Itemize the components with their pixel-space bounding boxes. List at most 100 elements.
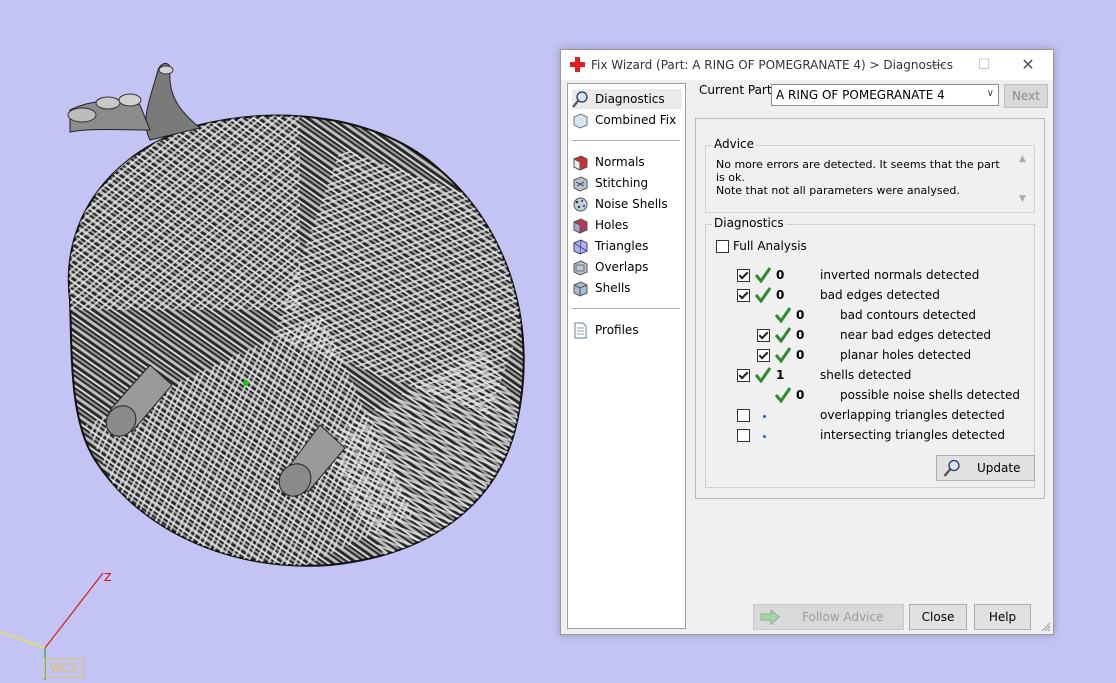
nav-label: Holes [595, 218, 629, 232]
holes-icon [573, 217, 588, 234]
inverted-normals-count: 0 [776, 268, 785, 282]
update-label: Update [977, 461, 1021, 475]
bad-edges-checkbox[interactable] [737, 289, 750, 302]
arrow-right-icon [760, 609, 780, 625]
inverted-normals-label: inverted normals detected [820, 268, 980, 282]
nav-label: Shells [595, 281, 631, 295]
nav-label: Stitching [595, 176, 649, 190]
z-axis-label: Z [104, 571, 112, 584]
planar-holes-count: 0 [796, 348, 805, 362]
check-icon [775, 387, 791, 403]
nav-item-normals[interactable]: Normals [572, 152, 682, 172]
cube-icon [573, 112, 588, 129]
update-button[interactable]: Update [936, 455, 1035, 481]
inverted-normals-checkbox[interactable] [737, 269, 750, 282]
shells-icon [573, 280, 588, 297]
overlapping-triangles-checkbox[interactable] [737, 409, 750, 422]
chevron-down-icon: ∨ [986, 88, 994, 99]
scroll-down-icon[interactable]: ▼ [1019, 194, 1026, 204]
pending-dot-icon [763, 435, 766, 438]
nav-item-holes[interactable]: Holes [572, 215, 682, 235]
nav-item-noise-shells[interactable]: Noise Shells [572, 194, 682, 214]
check-icon [775, 347, 791, 363]
near-bad-edges-checkbox[interactable] [757, 329, 770, 342]
noise-shells-count: 0 [796, 388, 805, 402]
nav-label: Normals [595, 155, 645, 169]
advice-text: No more errors are detected. It seems th… [716, 158, 1008, 197]
current-part-label: Current Part: [699, 83, 776, 97]
check-icon [755, 367, 771, 383]
intersecting-triangles-checkbox[interactable] [737, 429, 750, 442]
diagnostics-group: Diagnostics Full Analysis 0 inverted nor… [705, 216, 1035, 488]
follow-advice-label: Follow Advice [802, 610, 884, 624]
window-title: Fix Wizard (Part: A RING OF POMEGRANATE … [591, 58, 953, 72]
follow-advice-button[interactable]: Follow Advice [753, 604, 904, 630]
nav-label: Overlaps [595, 260, 649, 274]
current-part-value: A RING OF POMEGRANATE 4 [776, 88, 945, 102]
triangles-icon [573, 238, 588, 255]
next-button[interactable]: Next [1004, 84, 1048, 108]
nav-item-profiles[interactable]: Profiles [572, 320, 682, 340]
check-icon [755, 287, 771, 303]
advice-title: Advice [712, 137, 757, 151]
title-bar[interactable]: Fix Wizard (Part: A RING OF POMEGRANATE … [561, 50, 1053, 80]
bad-contours-label: bad contours detected [840, 308, 976, 322]
nav-divider [572, 140, 680, 141]
nav-divider [572, 308, 680, 309]
document-icon [574, 322, 587, 338]
nav-item-diagnostics[interactable]: Diagnostics [572, 89, 682, 109]
overlaps-icon [573, 259, 588, 276]
nav-item-overlaps[interactable]: Overlaps [572, 257, 682, 277]
nav-label: Noise Shells [595, 197, 668, 211]
nav-label: Diagnostics [595, 92, 665, 106]
check-icon [775, 307, 791, 323]
magnifier-icon [572, 90, 588, 108]
check-icon [775, 327, 791, 343]
near-bad-edges-label: near bad edges detected [840, 328, 991, 342]
bad-edges-label: bad edges detected [820, 288, 940, 302]
full-analysis-label: Full Analysis [733, 239, 807, 253]
nav-item-triangles[interactable]: Triangles [572, 236, 682, 256]
advice-group: Advice No more errors are detected. It s… [705, 137, 1035, 213]
planar-holes-label: planar holes detected [840, 348, 972, 362]
close-button[interactable]: Close [909, 604, 967, 630]
nav-item-stitching[interactable]: Stitching [572, 173, 682, 193]
noise-shells-label: possible noise shells detected [840, 388, 1021, 402]
fix-wizard-dialog: Fix Wizard (Part: A RING OF POMEGRANATE … [560, 49, 1054, 635]
full-analysis-checkbox[interactable] [716, 240, 729, 253]
shells-count: 1 [776, 368, 785, 382]
near-bad-edges-count: 0 [796, 328, 805, 342]
overlapping-triangles-label: overlapping triangles detected [820, 408, 1005, 422]
shells-label: shells detected [820, 368, 912, 382]
diagnostics-title: Diagnostics [712, 216, 786, 230]
intersecting-triangles-label: intersecting triangles detected [820, 428, 1005, 442]
noise-shells-icon [573, 197, 588, 211]
red-cross-icon [570, 57, 585, 72]
resize-grip-icon[interactable] [1041, 622, 1051, 632]
scroll-up-icon[interactable]: ▲ [1019, 154, 1026, 164]
diagnostics-panel: Advice No more errors are detected. It s… [695, 118, 1045, 499]
planar-holes-checkbox[interactable] [757, 349, 770, 362]
magnifier-icon [943, 459, 960, 477]
current-part-select[interactable]: A RING OF POMEGRANATE 4 ∨ [771, 84, 999, 106]
advice-line: Note that not all parameters were analys… [716, 184, 960, 197]
advice-line: No more errors are detected. It seems th… [716, 158, 1000, 184]
wizard-nav: Diagnostics Combined Fix Normals Stitchi… [567, 83, 686, 629]
nav-item-combined-fix[interactable]: Combined Fix [572, 110, 682, 130]
wcs-label: WCS [44, 658, 84, 678]
close-window-button[interactable]: ✕ [1017, 54, 1039, 76]
nav-label: Triangles [595, 239, 649, 253]
help-button[interactable]: Help [974, 604, 1031, 630]
normals-icon [573, 154, 588, 171]
nav-label: Profiles [595, 323, 639, 337]
minimize-button[interactable]: — [927, 54, 949, 76]
bad-edges-count: 0 [776, 288, 785, 302]
advice-scrollbar[interactable]: ▲ ▼ [1016, 154, 1030, 204]
bad-contours-count: 0 [796, 308, 805, 322]
nav-item-shells[interactable]: Shells [572, 278, 682, 298]
shells-checkbox[interactable] [737, 369, 750, 382]
nav-label: Combined Fix [595, 113, 677, 127]
maximize-button[interactable]: ☐ [973, 54, 995, 76]
pending-dot-icon [763, 415, 766, 418]
check-icon [755, 267, 771, 283]
